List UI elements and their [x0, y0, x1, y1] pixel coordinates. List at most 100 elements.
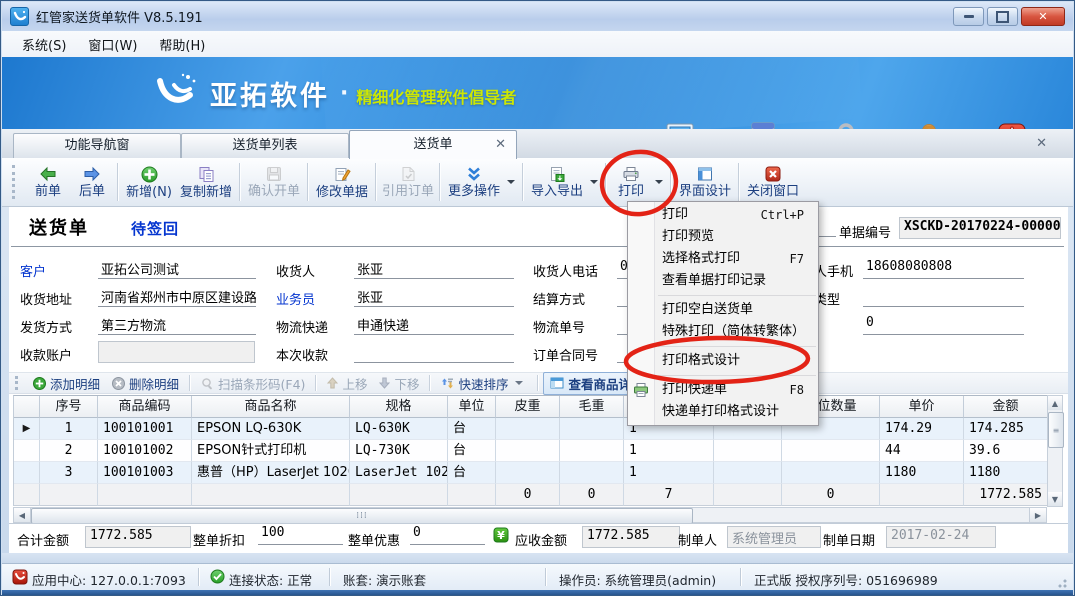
close-window-button[interactable]: 关闭窗口	[743, 160, 803, 204]
table-cell[interactable]: 2	[40, 440, 98, 462]
print-button[interactable]: 打印	[610, 160, 667, 204]
menu-item-print-preview[interactable]: 打印预览	[628, 226, 818, 248]
scroll-up-icon[interactable]: ▲	[1048, 396, 1062, 410]
menu-item-view-print-log[interactable]: 查看单据打印记录	[628, 270, 818, 292]
salesman-label[interactable]: 业务员	[276, 289, 315, 308]
logistics-field[interactable]: 申通快递	[354, 315, 514, 335]
toolbar-grip[interactable]	[12, 165, 18, 199]
customer-field[interactable]: 亚拓公司测试	[98, 259, 256, 279]
copy-add-button[interactable]: 复制新增	[176, 160, 236, 204]
table-cell[interactable]: 台	[448, 440, 496, 462]
table-cell[interactable]: 1180	[964, 462, 1048, 484]
quick-sort-button[interactable]: 快速排序	[435, 373, 533, 394]
col-spec[interactable]: 规格	[350, 396, 448, 418]
minimize-button[interactable]	[953, 7, 984, 26]
table-cell[interactable]: 台	[448, 418, 496, 440]
table-cell[interactable]	[496, 440, 560, 462]
tab-delivery-order[interactable]: 送货单 ✕	[349, 130, 517, 159]
col-gross[interactable]: 毛重	[560, 396, 624, 418]
type-field[interactable]	[863, 287, 1024, 307]
close-button[interactable]: ✕	[1021, 7, 1065, 26]
horizontal-scroll-thumb[interactable]: ⁞⁞⁞	[31, 508, 693, 524]
salesman-field[interactable]: 张亚	[354, 287, 514, 307]
tab-close-icon[interactable]: ✕	[495, 131, 506, 159]
table-cell[interactable]	[714, 462, 782, 484]
menu-system[interactable]: 系统(S)	[12, 32, 76, 57]
table-cell[interactable]	[782, 462, 880, 484]
add-detail-button[interactable]: 添加明细	[27, 373, 106, 394]
banner-change-password-button[interactable]: 修改密码	[804, 120, 887, 129]
more-actions-button[interactable]: 更多操作	[444, 160, 519, 204]
table-cell[interactable]: 3	[40, 462, 98, 484]
account-field[interactable]	[98, 341, 255, 363]
ui-design-button[interactable]: 界面设计	[675, 160, 735, 204]
col-code[interactable]: 商品编码	[98, 396, 192, 418]
menu-item-express-format-design[interactable]: 快递单打印格式设计	[628, 401, 818, 423]
receiver-field[interactable]: 张亚	[354, 259, 514, 279]
table-cell[interactable]: 1	[40, 418, 98, 440]
table-cell[interactable]	[782, 440, 880, 462]
table-cell[interactable]: LaserJet 1020	[350, 462, 448, 484]
customer-label[interactable]: 客户	[20, 261, 46, 280]
table-cell[interactable]: 100101003	[98, 462, 192, 484]
extra-field[interactable]: 0	[863, 315, 1024, 335]
banner-exit-button[interactable]: 退出系统	[970, 120, 1053, 129]
table-cell[interactable]	[714, 440, 782, 462]
table-cell[interactable]: 100101002	[98, 440, 192, 462]
table-cell[interactable]	[560, 440, 624, 462]
scroll-down-icon[interactable]: ▼	[1048, 492, 1062, 506]
table-cell[interactable]	[560, 418, 624, 440]
add-new-button[interactable]: 新增(N)	[122, 160, 176, 204]
discount-field[interactable]: 100	[258, 525, 343, 545]
banner-nav-window-button[interactable]: 功能导航窗	[638, 120, 721, 129]
table-cell[interactable]: 1180	[880, 462, 964, 484]
tab-delivery-list[interactable]: 送货单列表	[181, 133, 349, 158]
maximize-button[interactable]	[987, 7, 1018, 26]
table-cell[interactable]: EPSON针式打印机	[192, 440, 350, 462]
delete-detail-button[interactable]: 删除明细	[106, 373, 185, 394]
table-cell[interactable]: 39.6	[964, 440, 1048, 462]
table-cell[interactable]: 174.285	[964, 418, 1048, 440]
table-cell[interactable]: EPSON LQ-630K	[192, 418, 350, 440]
col-price[interactable]: 单价	[880, 396, 964, 418]
table-horizontal-scrollbar[interactable]: ◀ ⁞⁞⁞ ▶	[13, 507, 1047, 523]
detail-toolbar-grip[interactable]	[15, 376, 20, 390]
menu-item-choose-format-print[interactable]: 选择格式打印 F7	[628, 248, 818, 270]
scroll-right-icon[interactable]: ▶	[1029, 508, 1046, 522]
resize-grip[interactable]	[1055, 576, 1067, 588]
table-cell[interactable]: 惠普（HP）LaserJet 1020	[192, 462, 350, 484]
payment-field[interactable]	[354, 343, 514, 363]
table-cell[interactable]	[496, 462, 560, 484]
table-cell[interactable]: LQ-730K	[350, 440, 448, 462]
table-cell[interactable]: 44	[880, 440, 964, 462]
tabstrip-close-button[interactable]: ✕	[1036, 136, 1047, 151]
menu-item-print-format-design[interactable]: 打印格式设计	[628, 350, 818, 372]
table-cell[interactable]: 100101001	[98, 418, 192, 440]
table-cell[interactable]: 1	[624, 440, 714, 462]
table-cell[interactable]	[496, 418, 560, 440]
table-cell[interactable]: LQ-630K	[350, 418, 448, 440]
menu-window[interactable]: 窗口(W)	[78, 32, 147, 57]
menu-help[interactable]: 帮助(H)	[149, 32, 215, 57]
banner-delivery-list-button[interactable]: 送货单列表	[721, 120, 804, 129]
ship-method-field[interactable]: 第三方物流	[98, 315, 256, 335]
table-cell[interactable]: 台	[448, 462, 496, 484]
prev-doc-button[interactable]: 前单	[26, 160, 70, 204]
scroll-left-icon[interactable]: ◀	[14, 508, 31, 522]
import-export-button[interactable]: 导入导出	[527, 160, 602, 204]
menu-item-special-print[interactable]: 特殊打印（简体转繁体）	[628, 321, 818, 343]
mobile-field[interactable]: 18608080808	[863, 259, 1024, 279]
col-unit[interactable]: 单位	[448, 396, 496, 418]
menu-item-print-blank[interactable]: 打印空白送货单	[628, 299, 818, 321]
table-cell[interactable]: 1	[624, 462, 714, 484]
menu-item-print[interactable]: 打印 Ctrl+P	[628, 204, 818, 226]
table-vertical-scrollbar[interactable]: ▲ ≡ ▼	[1047, 395, 1063, 507]
col-tare[interactable]: 皮重	[496, 396, 560, 418]
col-name[interactable]: 商品名称	[192, 396, 350, 418]
modify-doc-button[interactable]: 修改单据	[312, 160, 372, 204]
table-cell[interactable]	[560, 462, 624, 484]
address-field[interactable]: 河南省郑州市中原区建设路	[98, 287, 256, 307]
col-seq[interactable]: 序号	[40, 396, 98, 418]
next-doc-button[interactable]: 后单	[70, 160, 114, 204]
vertical-scroll-thumb[interactable]: ≡	[1048, 412, 1064, 448]
